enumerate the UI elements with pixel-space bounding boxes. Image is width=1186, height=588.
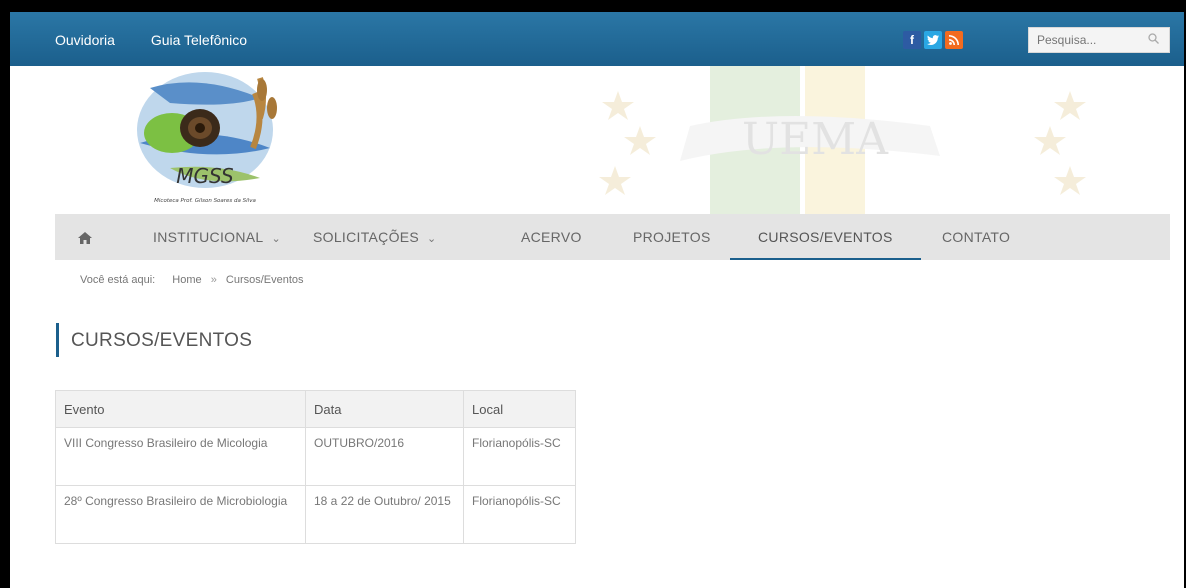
social-links: f bbox=[903, 31, 963, 49]
home-icon[interactable] bbox=[77, 214, 93, 260]
breadcrumb: Você está aqui: Home » Cursos/Eventos bbox=[80, 274, 304, 286]
table-cell-data: OUTUBRO/2016 bbox=[305, 427, 464, 486]
nav-item-projetos[interactable]: PROJETOS bbox=[633, 214, 711, 260]
table-row: VIII Congresso Brasileiro de Micologia O… bbox=[55, 427, 576, 486]
watermark-text: UEMA bbox=[742, 114, 889, 165]
breadcrumb-current: Cursos/Eventos bbox=[225, 274, 304, 286]
nav-label: INSTITUCIONAL bbox=[153, 229, 264, 245]
search-icon[interactable] bbox=[1148, 33, 1159, 47]
table-cell-evento: VIII Congresso Brasileiro de Micologia bbox=[55, 427, 306, 486]
table-cell-data: 18 a 22 de Outubro/ 2015 bbox=[305, 485, 464, 544]
nav-item-institucional[interactable]: INSTITUCIONAL ⌄ bbox=[153, 214, 281, 260]
table-cell-local: Florianopólis-SC bbox=[463, 427, 576, 486]
search-input[interactable] bbox=[1029, 28, 1147, 52]
top-links: Ouvidoria Guia Telefônico bbox=[55, 32, 279, 48]
table-cell-local: Florianopólis-SC bbox=[463, 485, 576, 544]
title-accent-bar bbox=[56, 323, 59, 357]
facebook-icon[interactable]: f bbox=[903, 31, 921, 49]
uema-watermark: UEMA bbox=[599, 66, 1086, 214]
chevron-down-icon: ⌄ bbox=[271, 233, 281, 245]
svg-text:Micoteca Prof. Gilson Soares d: Micoteca Prof. Gilson Soares da Silva bbox=[154, 198, 256, 204]
column-header-local: Local bbox=[463, 390, 576, 428]
breadcrumb-home-link[interactable]: Home bbox=[172, 274, 201, 286]
breadcrumb-separator: » bbox=[210, 274, 217, 286]
column-header-data: Data bbox=[305, 390, 464, 428]
table-header-row: Evento Data Local bbox=[55, 390, 576, 428]
column-header-evento: Evento bbox=[55, 390, 306, 428]
table-cell-evento: 28º Congresso Brasileiro de Microbiologi… bbox=[55, 485, 306, 544]
breadcrumb-prefix: Você está aqui: bbox=[80, 274, 156, 286]
svg-text:MGSS: MGSS bbox=[176, 164, 234, 188]
nav-item-solicitacoes[interactable]: SOLICITAÇÕES ⌄ bbox=[313, 214, 437, 260]
page-title: CURSOS/EVENTOS bbox=[71, 330, 253, 351]
top-bar: Ouvidoria Guia Telefônico f bbox=[10, 12, 1184, 66]
chevron-down-icon: ⌄ bbox=[427, 233, 437, 245]
nav-item-contato[interactable]: CONTATO bbox=[942, 214, 1010, 260]
guia-telefonico-link[interactable]: Guia Telefônico bbox=[151, 32, 247, 48]
table-row: 28º Congresso Brasileiro de Microbiologi… bbox=[55, 485, 576, 544]
nav-label: SOLICITAÇÕES bbox=[313, 229, 420, 245]
main-nav: INSTITUCIONAL ⌄ SOLICITAÇÕES ⌄ ACERVO PROJ… bbox=[55, 214, 1170, 260]
rss-icon[interactable] bbox=[945, 31, 963, 49]
ouvidoria-link[interactable]: Ouvidoria bbox=[55, 32, 115, 48]
events-table: Evento Data Local VIII Congresso Brasile… bbox=[55, 390, 576, 544]
search-box bbox=[1028, 27, 1170, 53]
mgss-logo[interactable]: MGSS Micoteca Prof. Gilson Soares da Sil… bbox=[110, 68, 300, 208]
nav-item-acervo[interactable]: ACERVO bbox=[521, 214, 582, 260]
site-header: MGSS Micoteca Prof. Gilson Soares da Sil… bbox=[10, 66, 1184, 214]
nav-item-cursos-eventos[interactable]: CURSOS/EVENTOS bbox=[730, 214, 921, 260]
twitter-icon[interactable] bbox=[924, 31, 942, 49]
